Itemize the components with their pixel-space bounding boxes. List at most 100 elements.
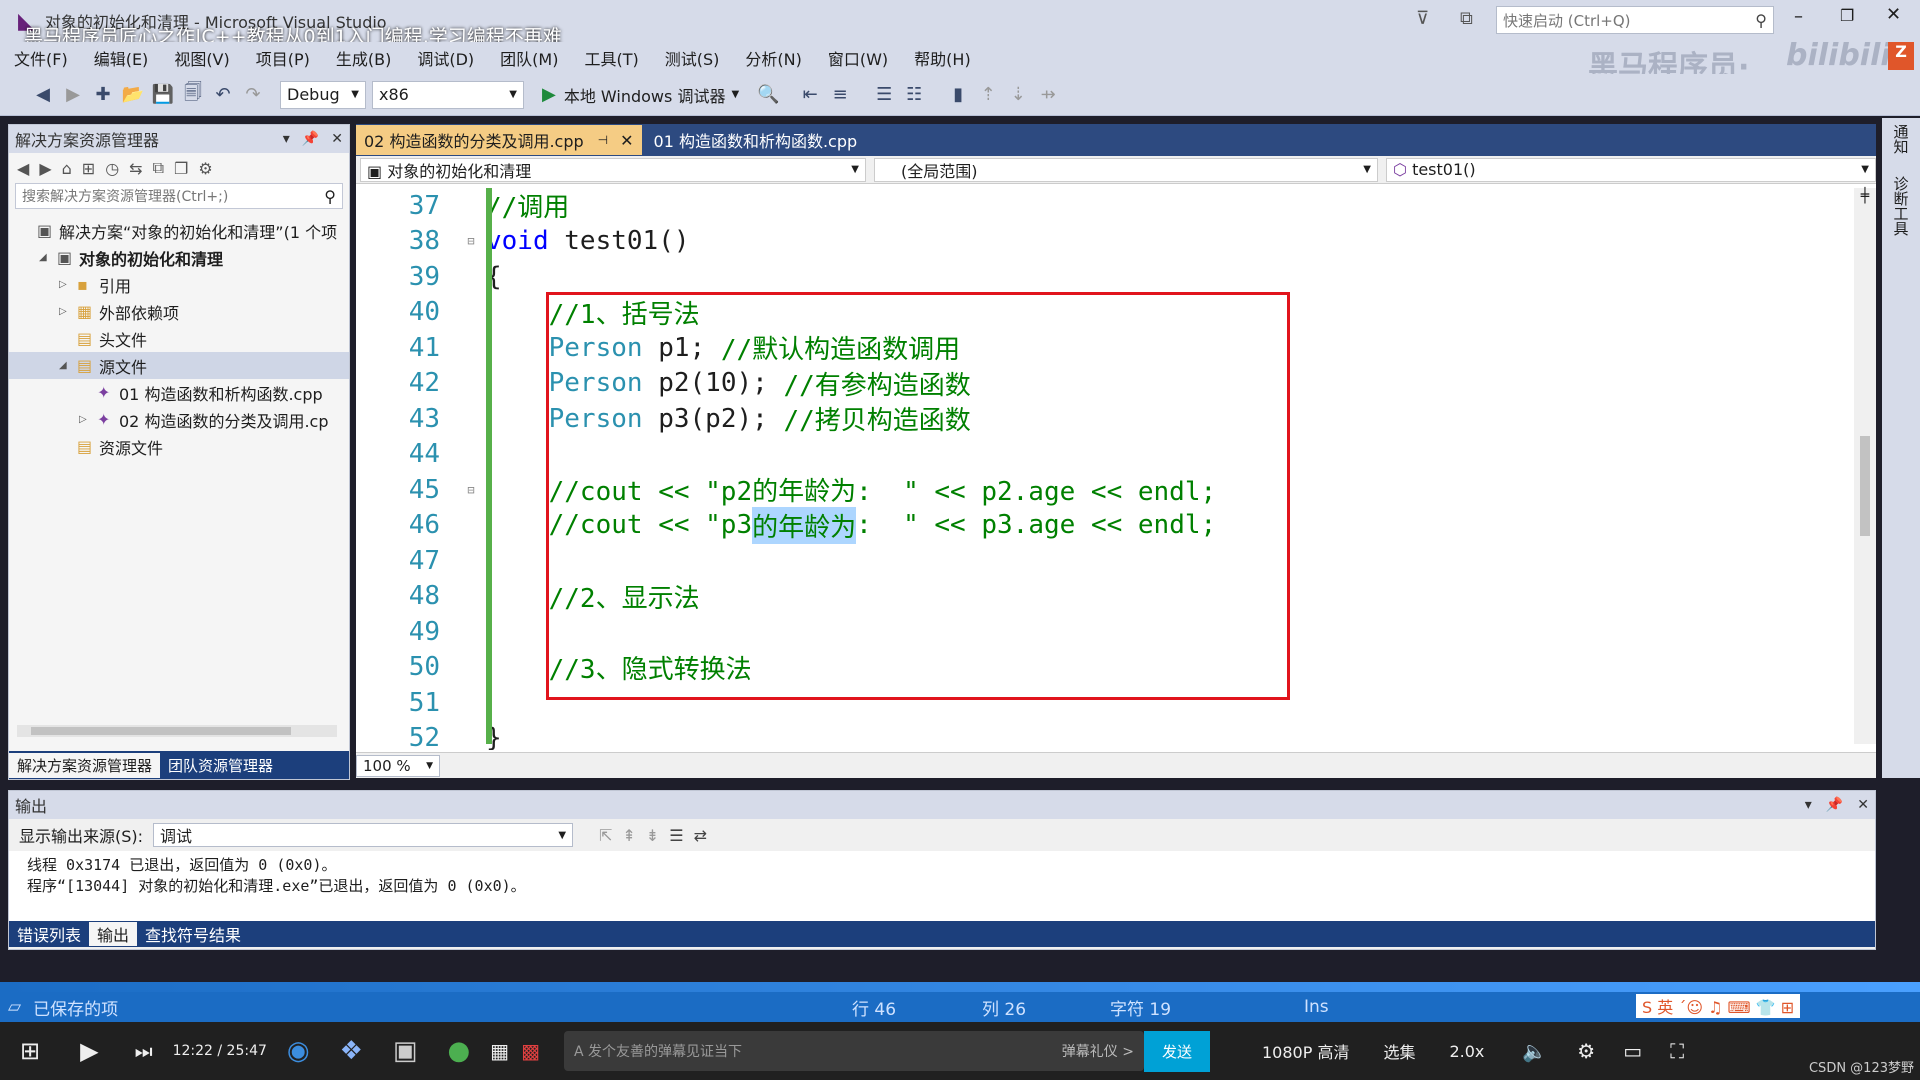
code-line[interactable]: 39{ — [356, 259, 1876, 295]
switch-views-icon[interactable]: ⊞ — [82, 159, 95, 178]
word-wrap-icon[interactable]: ⇄ — [694, 826, 707, 845]
tree-item[interactable]: ▣ 解决方案“对象的初始化和清理”(1 个项 — [9, 217, 349, 244]
clear-all-icon[interactable]: ☰ — [669, 826, 683, 845]
tree-item[interactable]: ▤ 资源文件 — [9, 433, 349, 460]
close-window-button[interactable]: ✕ — [1886, 4, 1901, 25]
new-project-icon[interactable]: ✚ — [90, 82, 116, 108]
scope-dropdown[interactable]: (全局范围) ▼ — [874, 157, 1378, 182]
tree-item[interactable]: ▷ ✦ 02 构造函数的分类及调用.cp — [9, 406, 349, 433]
menu-file[interactable]: 文件(F) — [14, 46, 68, 70]
close-icon[interactable]: ✕ — [331, 131, 343, 147]
menu-build[interactable]: 生成(B) — [336, 46, 391, 70]
menu-help[interactable]: 帮助(H) — [914, 46, 971, 70]
next-message-icon[interactable]: ⇟ — [646, 826, 659, 845]
solution-search-input[interactable]: 搜索解决方案资源管理器(Ctrl+;) ⚲ — [15, 183, 343, 209]
save-all-icon[interactable]: 🗐 — [180, 82, 206, 108]
format-icon[interactable]: ≡ — [827, 82, 853, 108]
tree-item[interactable]: ◢ ▣ 对象的初始化和清理 — [9, 244, 349, 271]
pin-icon[interactable]: 📌 — [1826, 797, 1843, 813]
episodes-button[interactable]: 选集 — [1383, 1039, 1415, 1063]
ime-toolbar[interactable]: S 英 ˊ☺ ♫ ⌨ 👕 ⊞ — [1636, 994, 1801, 1018]
menu-team[interactable]: 团队(M) — [500, 46, 558, 70]
close-icon[interactable]: ✕ — [620, 131, 633, 150]
taskbar-app-icon[interactable]: ▣ — [393, 1036, 418, 1066]
history-icon[interactable]: ◷ — [105, 159, 119, 178]
platform-dropdown[interactable]: x86 ▼ — [372, 80, 524, 109]
back-icon[interactable]: ◀ — [17, 159, 29, 178]
clear-bookmarks-icon[interactable]: ⇸ — [1035, 82, 1061, 108]
chevron-down-icon[interactable]: ▾ — [283, 131, 290, 147]
config-dropdown[interactable]: Debug ▼ — [280, 80, 366, 109]
scrollbar-thumb[interactable] — [1860, 436, 1870, 536]
split-icon[interactable]: ╪ — [1854, 188, 1876, 204]
tab-01-cpp[interactable]: 01 构造函数和析构函数.cpp — [646, 125, 866, 155]
pin-icon[interactable]: 📌 — [302, 131, 319, 147]
scrollbar-thumb[interactable] — [31, 727, 291, 735]
taskbar-app-icon[interactable]: ❖ — [340, 1036, 363, 1066]
tree-item[interactable]: ✦ 01 构造函数和析构函数.cpp — [9, 379, 349, 406]
menu-view[interactable]: 视图(V) — [174, 46, 229, 70]
bookmark-icon[interactable]: ▮ — [945, 82, 971, 108]
step-icon[interactable]: ⇤ — [797, 82, 823, 108]
tab-error-list[interactable]: 错误列表 — [9, 922, 89, 946]
video-progress-bar[interactable] — [0, 982, 1920, 992]
play-pause-icon[interactable]: ▶ — [80, 1037, 98, 1065]
quality-selector[interactable]: 1080P 高清 — [1262, 1039, 1349, 1063]
tree-item[interactable]: ▤ 头文件 — [9, 325, 349, 352]
tab-solution-explorer[interactable]: 解决方案资源管理器 — [9, 752, 161, 778]
windows-start-icon[interactable]: ⊞ — [20, 1037, 40, 1065]
feedback-icon[interactable]: ⧉ — [1460, 8, 1473, 29]
outdent-icon[interactable]: ☷ — [901, 82, 927, 108]
show-all-files-icon[interactable]: ❐ — [174, 159, 188, 178]
menu-project[interactable]: 项目(P) — [256, 46, 310, 70]
tab-02-cpp[interactable]: 02 构造函数的分类及调用.cpp ⊣ ✕ — [356, 125, 642, 155]
close-icon[interactable]: ✕ — [1857, 797, 1869, 813]
horizontal-scrollbar[interactable] — [17, 725, 337, 737]
quick-launch-input[interactable]: 快速启动 (Ctrl+Q) ⚲ — [1496, 6, 1774, 34]
tab-team-explorer[interactable]: 团队资源管理器 — [160, 753, 281, 778]
output-text[interactable]: 线程 0x3174 已退出，返回值为 0 (0x0)。 程序“[13044] 对象… — [9, 851, 1875, 921]
code-line[interactable]: 37 //调用 — [356, 188, 1876, 224]
project-dropdown[interactable]: ▣ 对象的初始化和清理 ▼ — [360, 157, 866, 182]
filter-icon[interactable]: ⊽ — [1416, 8, 1429, 29]
menu-debug[interactable]: 调试(D) — [417, 46, 474, 70]
save-icon[interactable]: 💾 — [150, 82, 176, 108]
fullscreen-icon[interactable]: ⛶ — [1670, 1039, 1684, 1063]
fold-toggle-icon[interactable]: ⊟ — [456, 483, 486, 497]
expand-arrow-icon[interactable]: ◢ — [39, 252, 57, 263]
collapse-all-icon[interactable]: ⧉ — [153, 158, 164, 178]
find-icon[interactable]: 🔍 — [755, 82, 781, 108]
send-danmaku-button[interactable]: 发送 — [1143, 1030, 1210, 1072]
pin-icon[interactable]: ⊣ — [598, 133, 608, 147]
fold-toggle-icon[interactable]: ⊟ — [456, 234, 486, 248]
minimize-button[interactable]: – — [1794, 6, 1803, 27]
taskbar-app-icon[interactable]: ● — [447, 1036, 470, 1066]
maximize-button[interactable]: ❐ — [1840, 6, 1854, 25]
zoom-dropdown[interactable]: 100 % ▼ — [356, 754, 440, 777]
output-source-dropdown[interactable]: 调试 ▼ — [153, 823, 574, 847]
pip-icon[interactable]: ▭ — [1623, 1039, 1642, 1063]
tree-item[interactable]: ▷ ▦ 外部依赖项 — [9, 298, 349, 325]
danmaku-etiquette-link[interactable]: 弹幕礼仪 > — [1062, 1041, 1134, 1061]
next-episode-icon[interactable]: ⏭ — [135, 1039, 153, 1063]
back-icon[interactable]: ◀ — [30, 82, 56, 108]
danmaku-input[interactable]: A 发个友善的弹幕见证当下 弹幕礼仪 > — [563, 1031, 1144, 1071]
menu-tools[interactable]: 工具(T) — [584, 46, 638, 70]
tab-find-symbol-results[interactable]: 查找符号结果 — [137, 922, 249, 946]
prev-bookmark-icon[interactable]: ⇡ — [975, 82, 1001, 108]
menu-edit[interactable]: 编辑(E) — [94, 46, 149, 70]
next-bookmark-icon[interactable]: ⇣ — [1005, 82, 1031, 108]
undo-icon[interactable]: ↶ — [210, 82, 236, 108]
home-icon[interactable]: ⌂ — [62, 159, 72, 178]
open-folder-icon[interactable]: 📂 — [120, 82, 146, 108]
code-line[interactable]: 38 ⊟ void test01() — [356, 224, 1876, 260]
sync-icon[interactable]: ⇆ — [129, 159, 142, 178]
expand-arrow-icon[interactable]: ▷ — [79, 414, 97, 425]
redo-icon[interactable]: ↷ — [240, 82, 266, 108]
forward-icon[interactable]: ▶ — [60, 82, 86, 108]
tab-output[interactable]: 输出 — [89, 922, 138, 946]
expand-arrow-icon[interactable]: ▷ — [59, 279, 77, 290]
indent-icon[interactable]: ☰ — [871, 82, 897, 108]
expand-arrow-icon[interactable]: ◢ — [59, 360, 77, 371]
properties-icon[interactable]: ⚙ — [198, 159, 212, 178]
